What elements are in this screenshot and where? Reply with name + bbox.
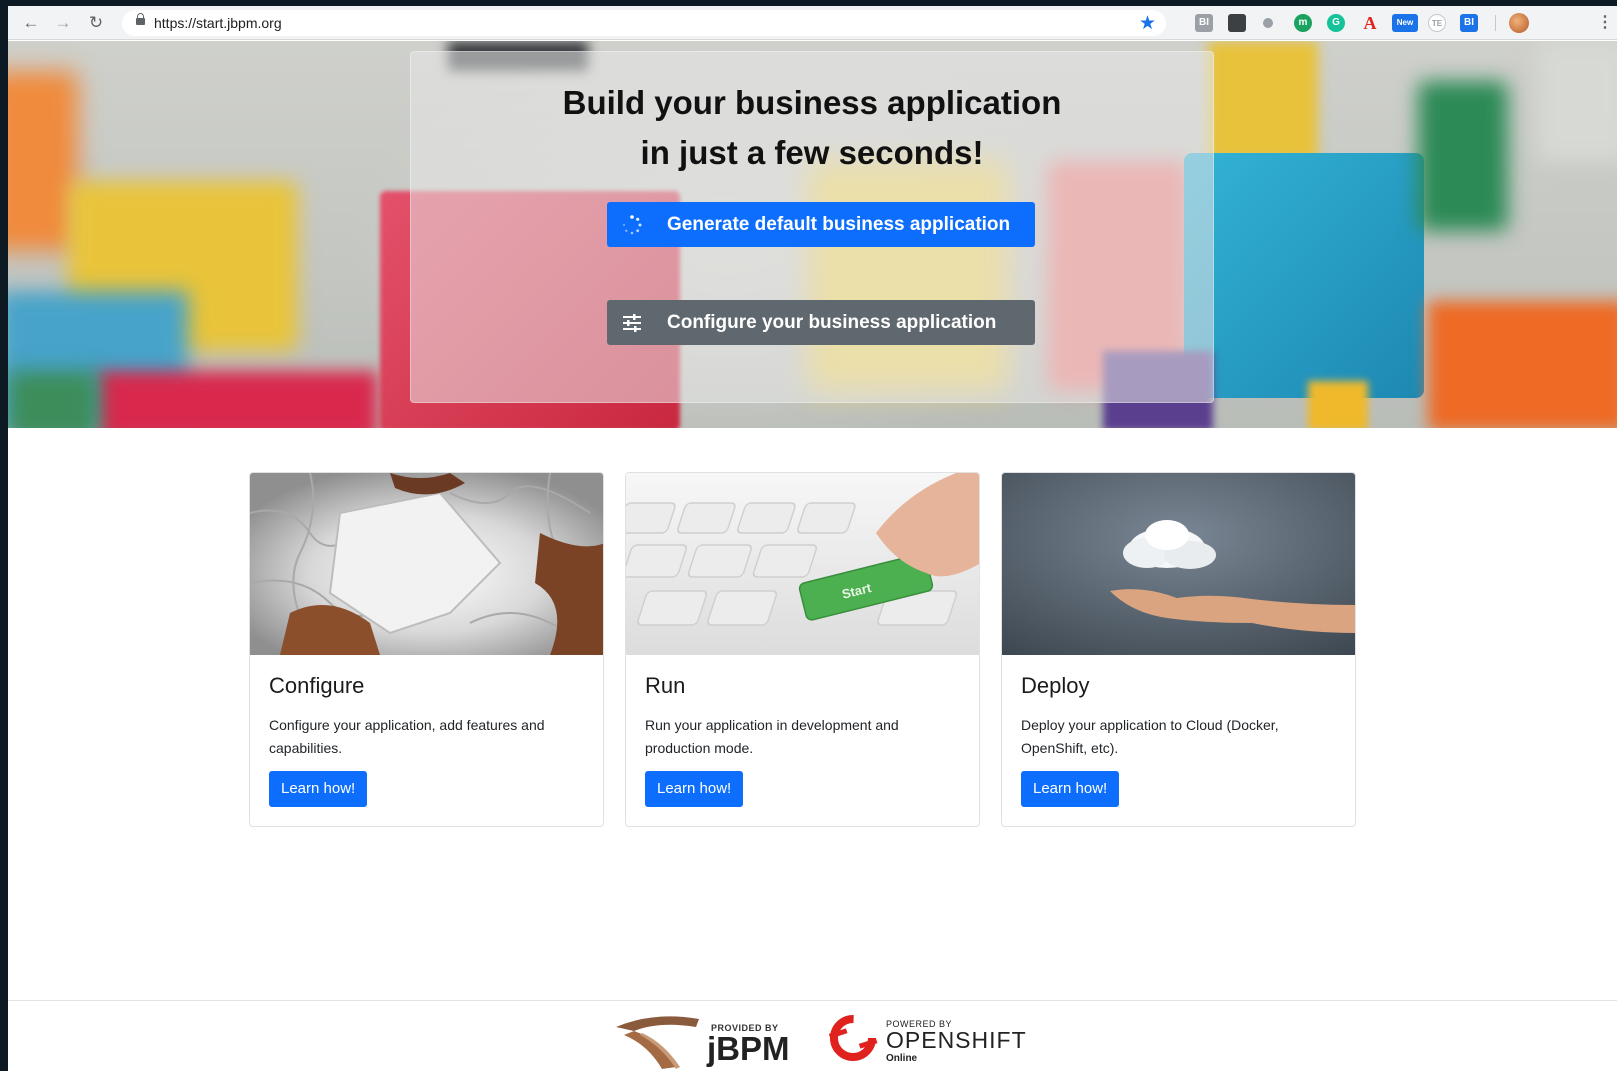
hero-banner: Build your business application in just … (8, 41, 1617, 428)
reload-icon[interactable]: ↻ (85, 12, 107, 34)
address-bar[interactable]: https://start.jbpm.org ★ (122, 10, 1166, 36)
configure-app-button[interactable]: Configure your business application (607, 300, 1035, 345)
card-configure: Configure Configure your application, ad… (249, 472, 604, 827)
jbpm-swoosh-icon (616, 1016, 699, 1069)
cloud-hand-image (1002, 473, 1355, 655)
openshift-name: OPENSHIFT (886, 1027, 1027, 1053)
openshift-logo[interactable]: POWERED BY OPENSHIFT Online (826, 1011, 1026, 1067)
card-description: Run your application in development and … (645, 717, 899, 756)
url-text[interactable]: https://start.jbpm.org (154, 15, 282, 31)
jbpm-name: jBPM (707, 1030, 790, 1067)
hero-panel: Build your business application in just … (410, 51, 1214, 403)
puzzle-image (250, 473, 603, 655)
hero-title-line1: Build your business application (562, 84, 1062, 121)
toolbar-divider (1495, 15, 1496, 31)
profile-avatar-icon[interactable] (1509, 13, 1529, 33)
keyboard-start-key-icon: Start (626, 473, 979, 655)
card-description: Deploy your application to Cloud (Docker… (1021, 717, 1279, 756)
sliders-icon (623, 314, 641, 332)
extension-dot-icon[interactable] (1263, 18, 1273, 28)
extension-te-icon[interactable]: TE (1428, 14, 1446, 32)
learn-how-run-button[interactable]: Learn how! (645, 771, 744, 807)
hero-bg-green-block (8, 371, 98, 428)
forward-arrow-icon[interactable]: → (52, 12, 74, 34)
card-title: Deploy (1021, 673, 1090, 698)
extension-grammarly-icon[interactable]: G (1327, 14, 1345, 32)
card-deploy: Deploy Deploy your application to Cloud … (1001, 472, 1356, 827)
extension-acrobat-icon[interactable]: A (1361, 14, 1379, 32)
card-description: Configure your application, add features… (269, 717, 545, 756)
footer: PROVIDED BY jBPM POWERED BY OPENSHIFT On… (8, 1000, 1617, 1071)
hero-title: Build your business application in just … (411, 78, 1213, 178)
extension-new-icon[interactable]: New (1392, 14, 1418, 32)
extension-pin-icon[interactable] (1228, 14, 1246, 32)
bookmark-star-icon[interactable]: ★ (1139, 12, 1156, 35)
extension-bi-icon[interactable]: BI (1195, 14, 1213, 32)
learn-how-configure-button[interactable]: Learn how! (269, 771, 368, 807)
generate-button-label: Generate default business application (667, 214, 1011, 235)
card-title: Configure (269, 673, 365, 698)
extension-bi2-icon[interactable]: BI (1460, 14, 1478, 32)
browser-window: ← → ↻ https://start.jbpm.org ★ BI m G A … (8, 6, 1617, 1071)
extension-m-icon[interactable]: m (1294, 14, 1312, 32)
hero-title-line2: in just a few seconds! (640, 134, 984, 171)
generate-default-app-button[interactable]: Generate default business application (607, 202, 1035, 247)
hero-bg-red-block (98, 371, 378, 428)
puzzle-illustration-icon (250, 473, 603, 655)
card-title: Run (645, 673, 686, 698)
lock-icon (136, 13, 145, 25)
browser-menu-icon[interactable]: ⋮ (1597, 11, 1613, 35)
openshift-online: Online (886, 1053, 918, 1064)
back-arrow-icon[interactable]: ← (20, 12, 42, 34)
card-run: Start Run Run your application in develo… (625, 472, 980, 827)
hero-bg-yellow-top (1208, 41, 1318, 161)
hero-bg-orange-right (1428, 301, 1617, 428)
hero-bg-cyan-cube (1184, 153, 1424, 398)
keyboard-image: Start (626, 473, 979, 655)
jbpm-logo[interactable]: PROVIDED BY jBPM (614, 1009, 804, 1069)
hero-bg-yellow-bottom (1308, 381, 1368, 428)
hero-bg-green-right (1418, 81, 1508, 231)
cloud-hand-illustration-icon (1002, 473, 1355, 655)
spinner-icon (622, 215, 642, 235)
browser-toolbar: ← → ↻ https://start.jbpm.org ★ BI m G A … (8, 6, 1617, 40)
hero-bg-grey-right (1538, 41, 1617, 161)
configure-button-label: Configure your business application (667, 312, 997, 333)
learn-how-deploy-button[interactable]: Learn how! (1021, 771, 1120, 807)
openshift-ring-icon (828, 1015, 878, 1061)
